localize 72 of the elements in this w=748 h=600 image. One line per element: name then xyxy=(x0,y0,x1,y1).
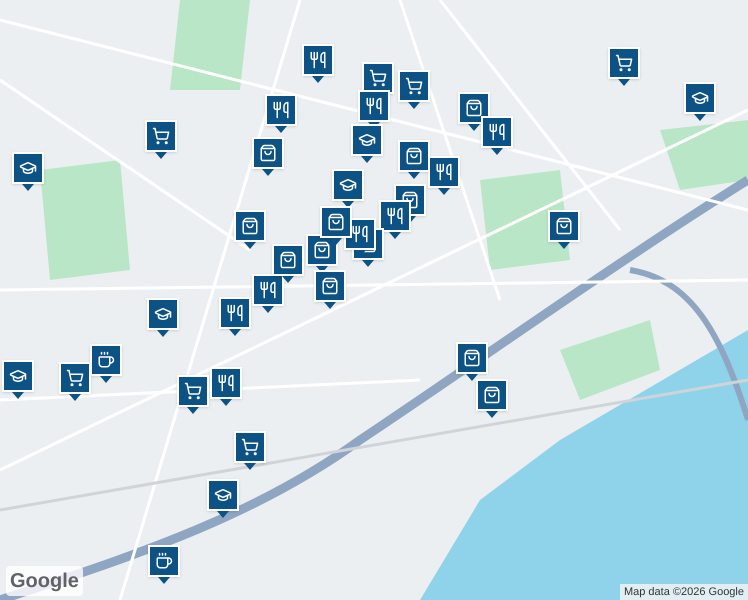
shopping-bag-icon xyxy=(313,241,331,259)
map-marker[interactable] xyxy=(314,270,346,310)
map-marker[interactable] xyxy=(234,210,266,250)
map-marker[interactable] xyxy=(608,47,640,87)
coffee-cup-icon xyxy=(97,351,115,369)
shopping-bag-icon xyxy=(463,349,481,367)
shopping-bag-icon xyxy=(327,213,345,231)
map-marker[interactable] xyxy=(379,200,411,240)
map-marker[interactable] xyxy=(252,137,284,177)
fork-knife-icon xyxy=(351,225,369,243)
fork-knife-icon xyxy=(226,304,244,322)
fork-knife-icon xyxy=(309,51,327,69)
shopping-cart-icon xyxy=(66,369,84,387)
map-marker[interactable] xyxy=(302,44,334,84)
fork-knife-icon xyxy=(386,207,404,225)
map-marker[interactable] xyxy=(147,298,179,338)
map-marker[interactable] xyxy=(59,362,91,402)
graduation-cap-icon xyxy=(19,159,37,177)
shopping-cart-icon xyxy=(152,127,170,145)
map-marker[interactable] xyxy=(148,545,180,585)
map-marker[interactable] xyxy=(548,210,580,250)
coffee-cup-icon xyxy=(155,552,173,570)
shopping-bag-icon xyxy=(259,144,277,162)
fork-knife-icon xyxy=(365,97,383,115)
map-marker[interactable] xyxy=(351,124,383,164)
shopping-bag-icon xyxy=(405,147,423,165)
map-marker[interactable] xyxy=(265,94,297,134)
shopping-bag-icon xyxy=(241,217,259,235)
shopping-cart-icon xyxy=(615,54,633,72)
map-marker[interactable] xyxy=(481,116,513,156)
map-logo: Google xyxy=(6,566,83,596)
map-marker[interactable] xyxy=(398,70,430,110)
shopping-cart-icon xyxy=(241,438,259,456)
map-attribution: Map data ©2026 Google xyxy=(620,584,748,600)
graduation-cap-icon xyxy=(358,131,376,149)
map-marker[interactable] xyxy=(476,379,508,419)
fork-knife-icon xyxy=(259,281,277,299)
map-marker[interactable] xyxy=(207,479,239,519)
graduation-cap-icon xyxy=(339,176,357,194)
fork-knife-icon xyxy=(488,123,506,141)
map-marker[interactable] xyxy=(234,431,266,471)
graduation-cap-icon xyxy=(214,486,232,504)
map-marker[interactable] xyxy=(332,169,364,209)
map-marker[interactable] xyxy=(684,82,716,122)
map-marker[interactable] xyxy=(177,375,209,415)
map-marker[interactable] xyxy=(12,152,44,192)
fork-knife-icon xyxy=(435,163,453,181)
shopping-cart-icon xyxy=(405,77,423,95)
graduation-cap-icon xyxy=(154,305,172,323)
shopping-bag-icon xyxy=(321,277,339,295)
map-marker[interactable] xyxy=(2,360,34,400)
map-marker[interactable] xyxy=(210,367,242,407)
map-marker[interactable] xyxy=(320,206,352,246)
map-marker[interactable] xyxy=(252,274,284,314)
fork-knife-icon xyxy=(217,374,235,392)
map-marker[interactable] xyxy=(428,156,460,196)
shopping-bag-icon xyxy=(483,386,501,404)
map-marker[interactable] xyxy=(458,92,490,132)
graduation-cap-icon xyxy=(691,89,709,107)
shopping-bag-icon xyxy=(465,99,483,117)
map-marker[interactable] xyxy=(145,120,177,160)
shopping-bag-icon xyxy=(555,217,573,235)
shopping-bag-icon xyxy=(279,251,297,269)
map-marker[interactable] xyxy=(272,244,304,284)
fork-knife-icon xyxy=(272,101,290,119)
graduation-cap-icon xyxy=(9,367,27,385)
shopping-cart-icon xyxy=(184,382,202,400)
map-marker[interactable] xyxy=(90,344,122,384)
map-marker[interactable] xyxy=(398,140,430,180)
map-marker[interactable] xyxy=(219,297,251,337)
shopping-cart-icon xyxy=(369,69,387,87)
map-marker[interactable] xyxy=(456,342,488,382)
